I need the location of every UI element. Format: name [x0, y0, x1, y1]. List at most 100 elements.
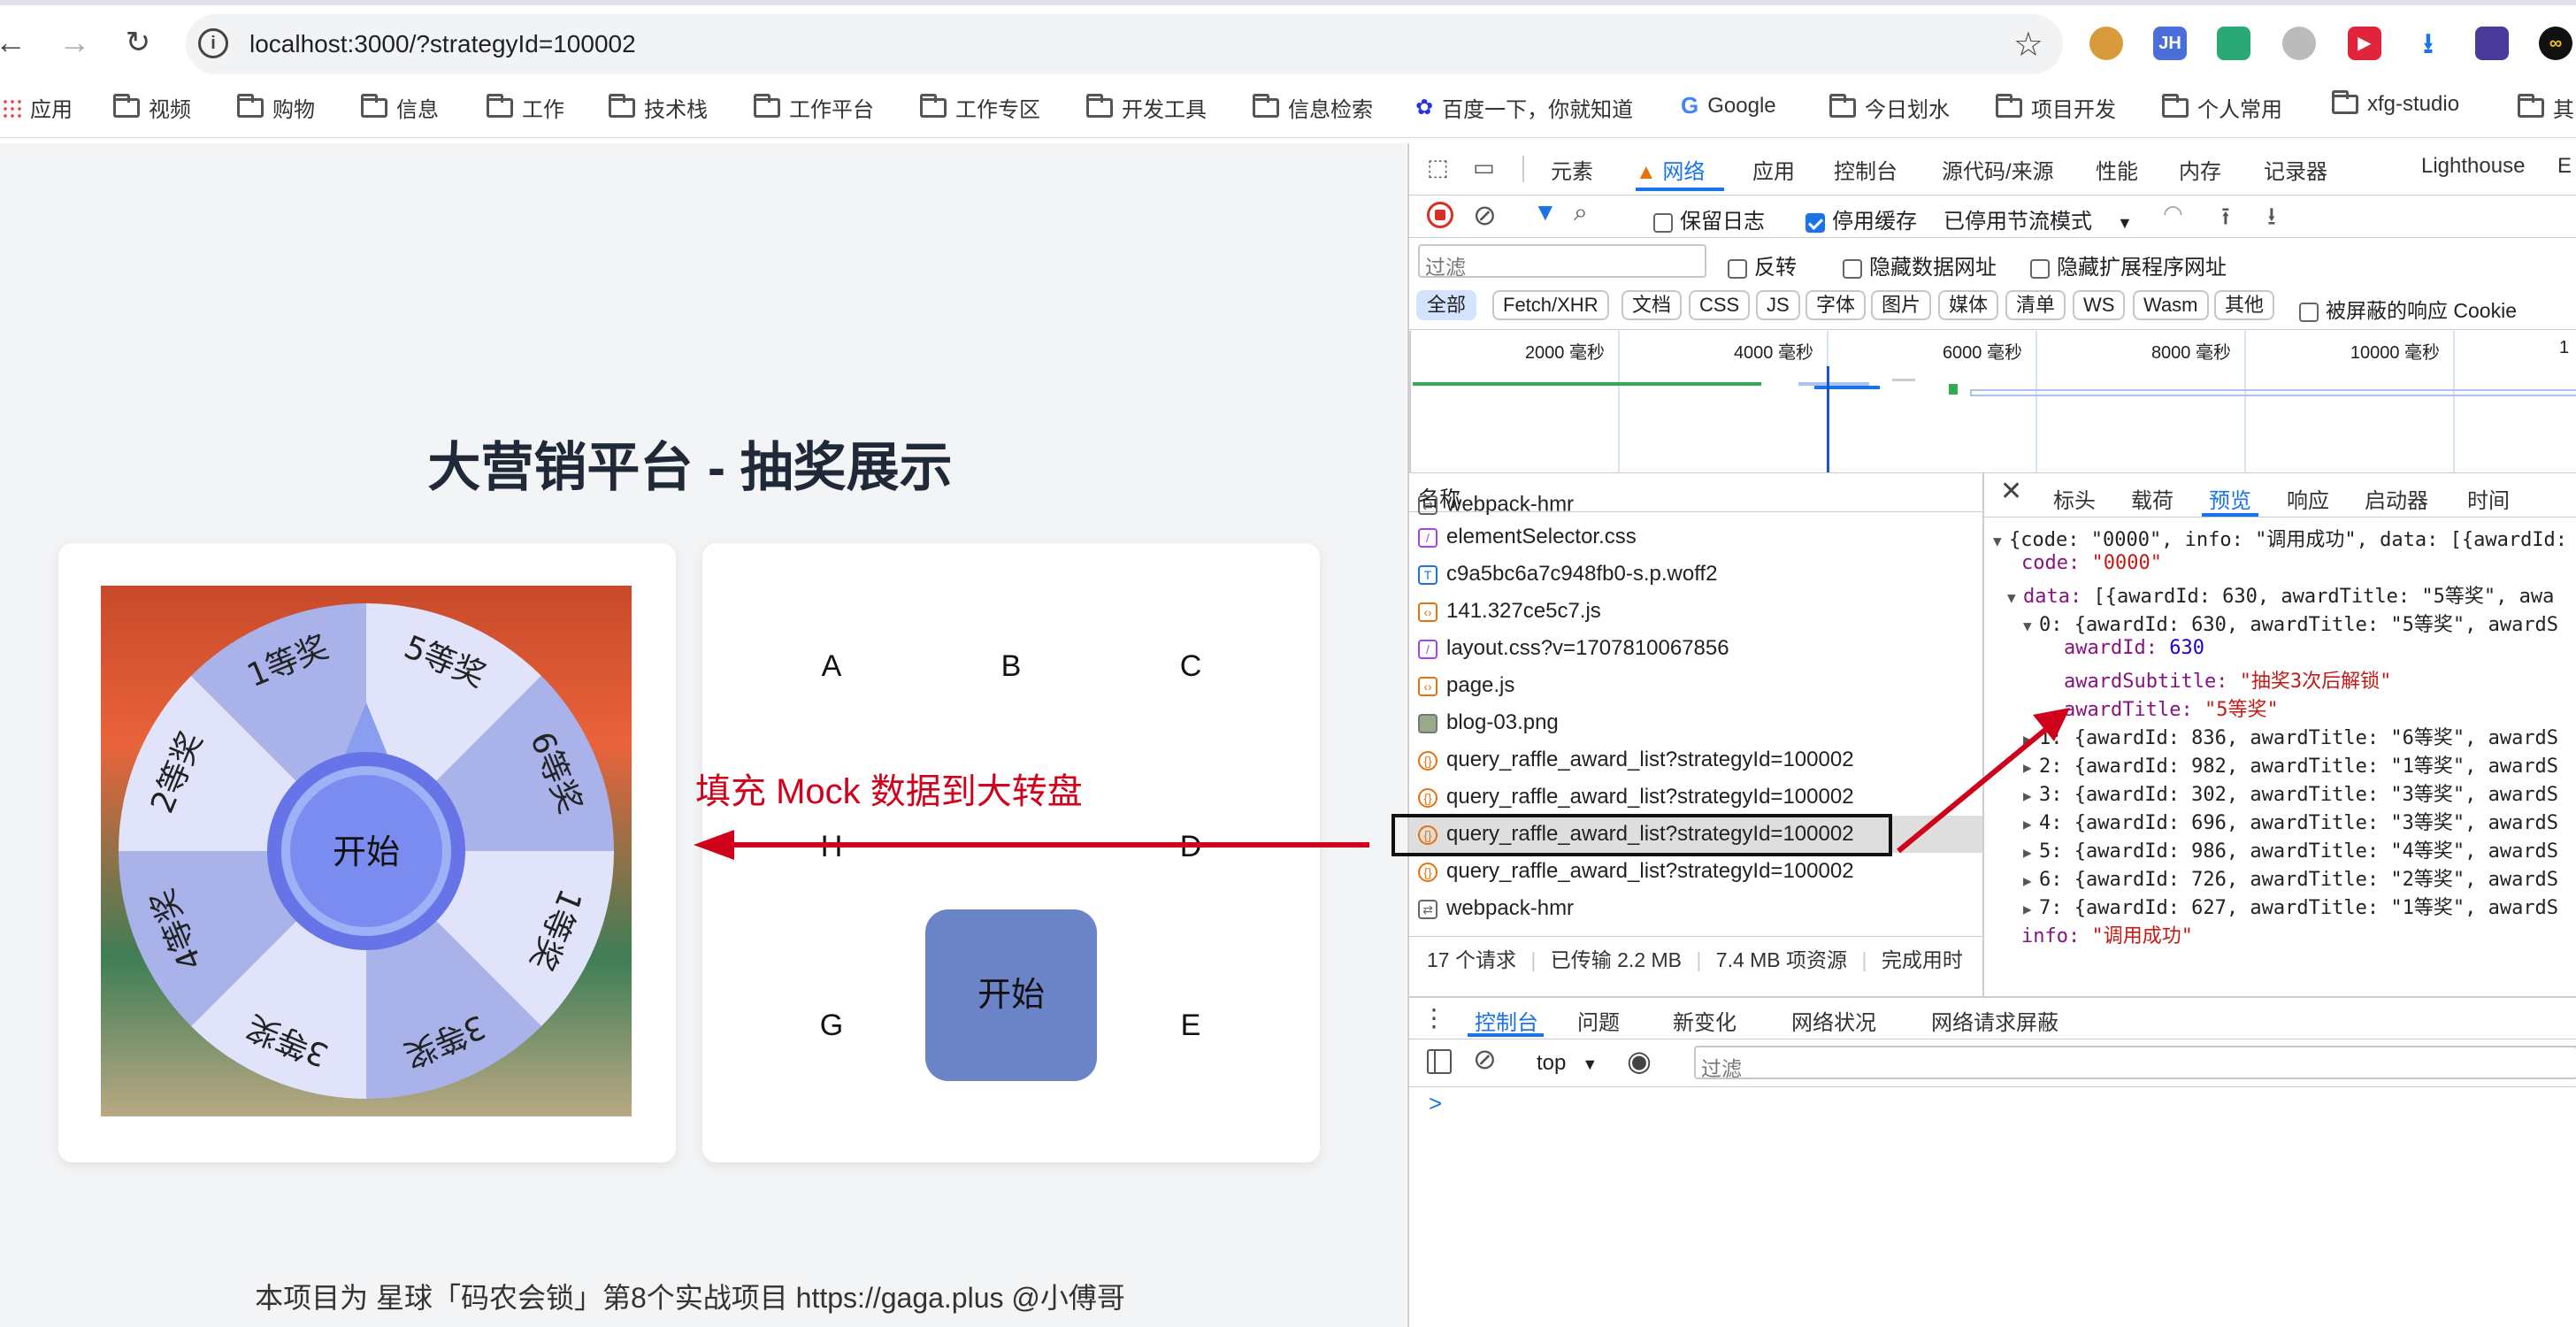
filter-icon[interactable]: ▼: [1533, 198, 1558, 226]
disable-cache-checkbox[interactable]: 停用缓存: [1806, 203, 1917, 234]
preserve-log-checkbox[interactable]: 保留日志: [1653, 203, 1765, 234]
close-detail-icon[interactable]: ✕: [2000, 476, 2022, 507]
json-data-line[interactable]: ▼ data: [{awardId: 630, awardTitle: "5等奖"…: [2007, 580, 2554, 609]
json-item-line[interactable]: ▶ 5: {awardId: 986, awardTitle: "4等奖", aw…: [2023, 835, 2558, 863]
reload-icon[interactable]: ↻: [120, 25, 156, 60]
hide-extension-urls-checkbox[interactable]: 隐藏扩展程序网址: [2030, 249, 2227, 280]
device-toolbar-icon[interactable]: ▭: [1473, 154, 1495, 181]
type-chip-all[interactable]: 全部: [1416, 290, 1477, 320]
type-chip-doc[interactable]: 文档: [1622, 290, 1683, 320]
request-row[interactable]: {} query_raffle_award_list?strategyId=100…: [1418, 853, 1993, 890]
bookmark-baidu[interactable]: ✿ 百度一下，你就知道: [1415, 92, 1633, 123]
drawer-tab-network-conditions[interactable]: 网络状况: [1791, 1005, 1876, 1036]
inspect-element-icon[interactable]: ⬚: [1427, 154, 1449, 181]
bookmark-folder[interactable]: 技术栈: [609, 92, 708, 123]
drawer-tab-whats-new[interactable]: 新变化: [1673, 1005, 1736, 1036]
site-info-icon[interactable]: i: [198, 28, 228, 58]
console-filter-input[interactable]: 过滤: [1694, 1046, 2576, 1080]
bookmark-folder[interactable]: 工作平台: [754, 92, 874, 123]
json-item-line[interactable]: ▶ 6: {awardId: 726, awardTitle: "2等奖", aw…: [2023, 863, 2558, 892]
search-icon[interactable]: ⌕: [1574, 198, 1588, 227]
drawer-tab-console[interactable]: 控制台: [1475, 1005, 1538, 1036]
puzzle-extension-icon[interactable]: [2475, 27, 2509, 60]
tab-sources[interactable]: 源代码/来源: [1942, 154, 2054, 185]
bookmark-folder[interactable]: 工作: [487, 92, 564, 123]
request-row[interactable]: / elementSelector.css: [1418, 518, 1993, 556]
lucky-wheel[interactable]: 1等奖 5等奖 6等奖 1等奖 3等奖 3等奖 4等奖 2等奖 开始: [101, 586, 632, 1116]
network-conditions-icon[interactable]: ◠: [2163, 200, 2183, 227]
tab-memory[interactable]: 内存: [2179, 154, 2221, 185]
tab-performance[interactable]: 性能: [2096, 154, 2138, 185]
bookmark-folder[interactable]: 其: [2518, 92, 2574, 123]
record-stop-icon[interactable]: [1427, 202, 1453, 228]
bookmark-folder[interactable]: 信息检索: [1253, 92, 1373, 123]
bookmark-folder[interactable]: 购物: [237, 92, 315, 123]
json-item-line[interactable]: ▶ 2: {awardId: 982, awardTitle: "1等奖", aw…: [2023, 750, 2558, 779]
import-har-icon[interactable]: ⭱: [2221, 198, 2230, 241]
json-item-line[interactable]: ▶ 4: {awardId: 696, awardTitle: "3等奖", aw…: [2023, 807, 2558, 835]
detail-tab-preview[interactable]: 预览: [2209, 483, 2251, 514]
type-chip-manifest[interactable]: 清单: [2005, 290, 2066, 320]
detail-tab-initiator[interactable]: 启动器: [2365, 483, 2428, 514]
bookmark-folder[interactable]: 个人常用: [2162, 92, 2282, 123]
request-row[interactable]: blog-03.png: [1418, 704, 1993, 741]
bookmark-folder[interactable]: 今日划水: [1829, 92, 1950, 123]
type-chip-css[interactable]: CSS: [1689, 290, 1751, 320]
drawer-tab-request-blocking[interactable]: 网络请求屏蔽: [1931, 1005, 2058, 1036]
type-chip-other[interactable]: 其他: [2214, 290, 2275, 320]
network-filter-input[interactable]: 过滤: [1418, 244, 1706, 279]
clear-icon[interactable]: ⊘: [1473, 198, 1497, 232]
request-row[interactable]: Tc9a5bc6a7c948fb0-s.p.woff2: [1418, 556, 1993, 593]
hide-data-urls-checkbox[interactable]: 隐藏数据网址: [1843, 249, 1997, 280]
shield-extension-icon[interactable]: [2282, 27, 2316, 60]
type-chip-wasm[interactable]: Wasm: [2133, 290, 2209, 320]
request-row[interactable]: ‹› 141.327ce5c7.js: [1418, 593, 1993, 630]
json-item-0-line[interactable]: ▼ 0: {awardId: 630, awardTitle: "5等奖", aw…: [2023, 609, 2558, 637]
json-item-line[interactable]: ▶ 3: {awardId: 302, awardTitle: "3等奖", aw…: [2023, 779, 2558, 807]
cookie-extension-icon[interactable]: [2089, 27, 2123, 60]
invert-checkbox[interactable]: 反转: [1728, 249, 1797, 280]
grid-start-button[interactable]: 开始: [925, 909, 1097, 1081]
infinity-extension-icon[interactable]: ∞: [2539, 27, 2572, 60]
json-root-line[interactable]: ▼ {code: "0000", info: "调用成功", data: [{aw…: [1993, 524, 2567, 552]
back-icon[interactable]: ←: [0, 25, 28, 60]
jh-extension-icon[interactable]: JH: [2153, 27, 2187, 60]
detail-tab-payload[interactable]: 载荷: [2131, 483, 2174, 514]
type-chip-js[interactable]: JS: [1756, 290, 1800, 320]
clear-console-icon[interactable]: ⊘: [1473, 1042, 1497, 1076]
timeline-overview[interactable]: 2000 毫秒 4000 毫秒 6000 毫秒 8000 毫秒 10000 毫秒…: [1409, 331, 2576, 472]
request-row[interactable]: / layout.css?v=1707810067856: [1418, 630, 1993, 667]
tab-network[interactable]: ▲ 网络: [1636, 154, 1705, 185]
sidebar-toggle-icon[interactable]: [1427, 1049, 1452, 1074]
download-icon[interactable]: ⭳: [2411, 27, 2445, 60]
type-chip-img[interactable]: 图片: [1871, 290, 1932, 320]
request-row[interactable]: ‹› page.js: [1418, 667, 1993, 704]
type-chip-fetch-xhr[interactable]: Fetch/XHR: [1492, 290, 1609, 320]
context-selector[interactable]: top ▼: [1537, 1051, 1598, 1076]
eye-icon[interactable]: ◉: [1627, 1044, 1652, 1078]
drawer-tab-issues[interactable]: 问题: [1577, 1005, 1620, 1036]
tab-console[interactable]: 控制台: [1834, 154, 1898, 185]
bookmark-folder[interactable]: 信息: [361, 92, 439, 123]
detail-tab-response[interactable]: 响应: [2287, 483, 2329, 514]
type-chip-ws[interactable]: WS: [2073, 290, 2126, 320]
type-chip-font[interactable]: 字体: [1806, 290, 1867, 320]
request-row[interactable]: {} query_raffle_award_list?strategyId=100…: [1418, 741, 1993, 779]
video-extension-icon[interactable]: ▶: [2348, 27, 2381, 60]
forward-icon[interactable]: →: [57, 25, 92, 60]
tab-application[interactable]: 应用: [1752, 154, 1795, 185]
bookmark-apps[interactable]: 应用: [2, 92, 73, 123]
tab-recorder[interactable]: 记录器: [2264, 154, 2327, 185]
blocked-cookies-checkbox[interactable]: 被屏蔽的响应 Cookie: [2299, 294, 2517, 324]
request-row[interactable]: ⇄ webpack-hmr: [1418, 495, 1993, 515]
tab-elements[interactable]: 元素: [1551, 154, 1593, 185]
json-item-line[interactable]: ▶ 1: {awardId: 836, awardTitle: "6等奖", aw…: [2023, 722, 2558, 750]
bookmark-folder[interactable]: 项目开发: [1996, 92, 2116, 123]
bookmark-star-icon[interactable]: ☆: [2013, 25, 2043, 65]
type-chip-media[interactable]: 媒体: [1938, 290, 1999, 320]
wheel-start-label[interactable]: 开始: [333, 832, 400, 871]
green-extension-icon[interactable]: [2217, 27, 2250, 60]
bookmark-folder[interactable]: xfg-studio: [2332, 90, 2459, 117]
bookmark-folder[interactable]: 工作专区: [920, 92, 1040, 123]
drawer-menu-icon[interactable]: ⋮: [1422, 1003, 1446, 1032]
